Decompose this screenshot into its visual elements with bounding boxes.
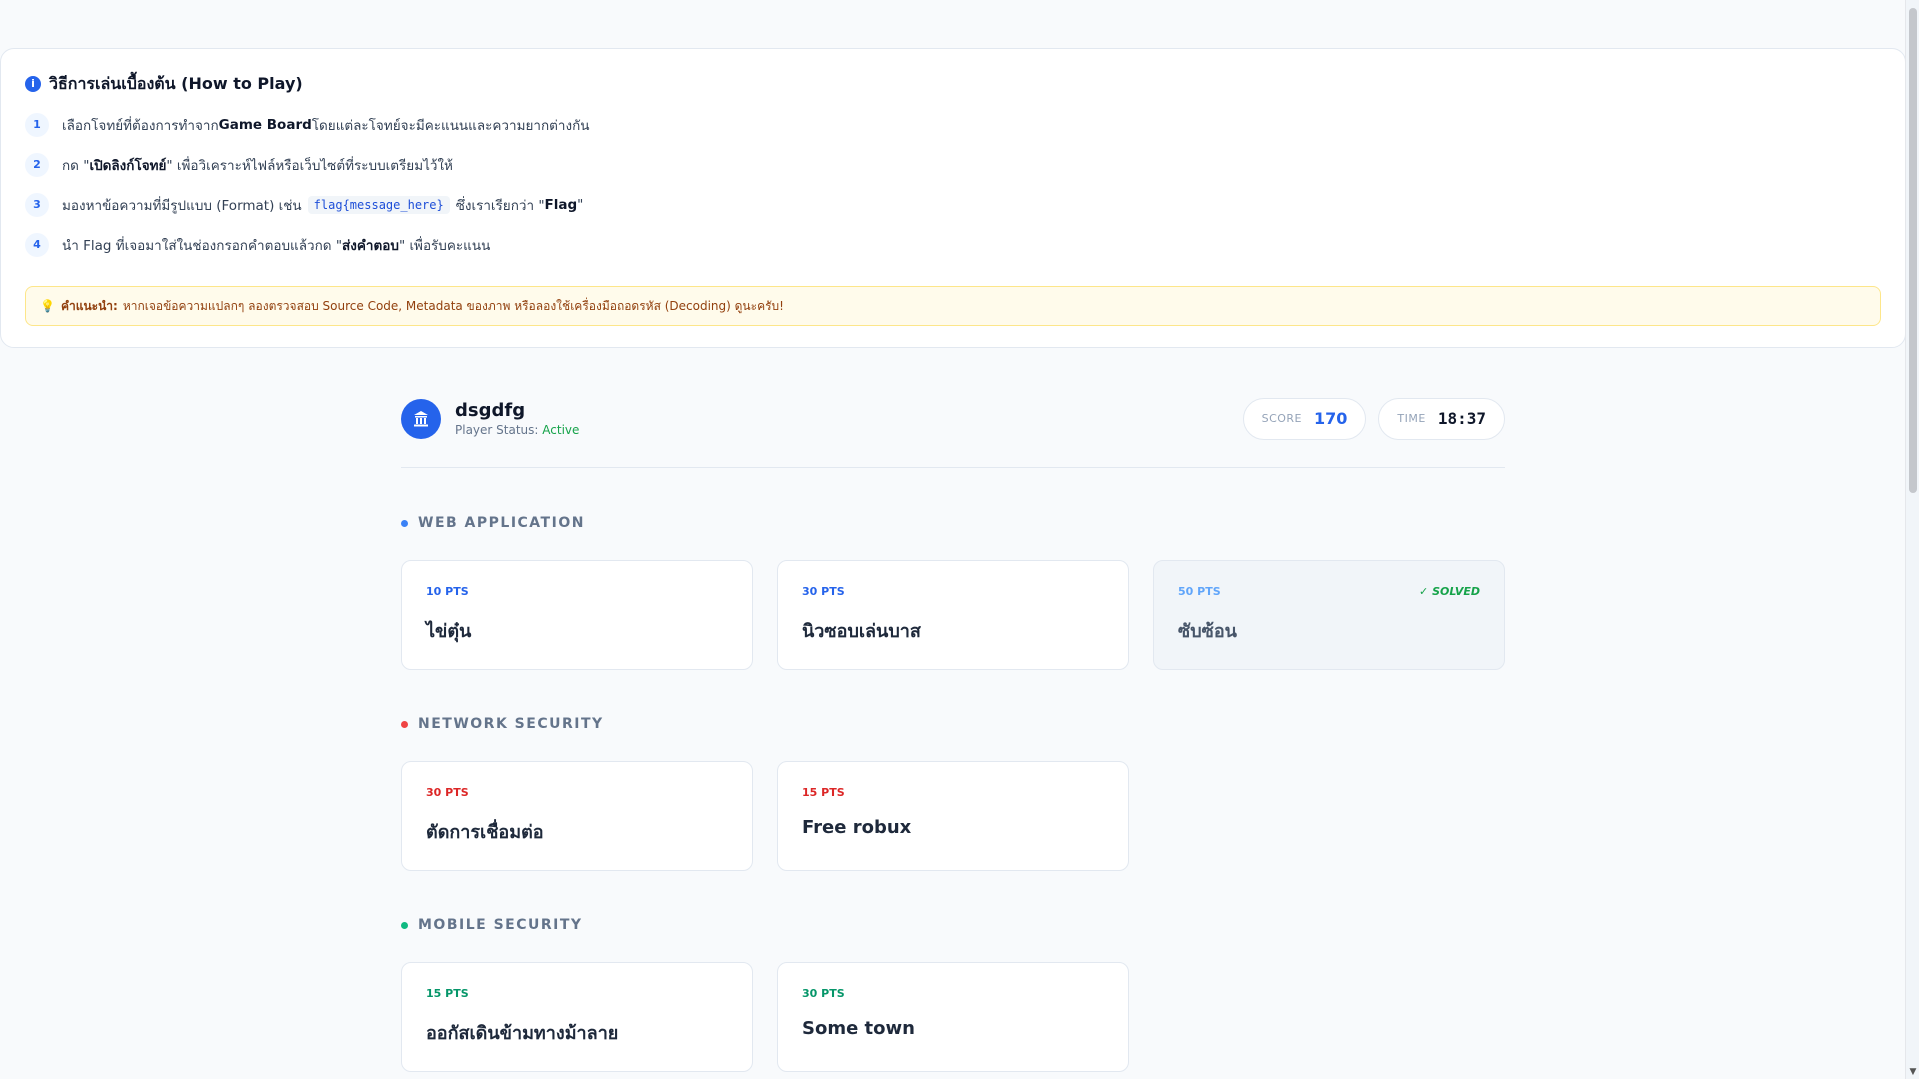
challenge-card[interactable]: 10 PTS ไข่ตุ๋น — [401, 560, 753, 670]
challenge-card[interactable]: 15 PTS Free robux — [777, 761, 1129, 871]
step-number: 2 — [25, 153, 49, 177]
player-text: dsgdfg Player Status: Active — [455, 400, 579, 437]
step-text-post: " เพื่อรับคะแนน — [398, 238, 491, 254]
time-value: 18:37 — [1437, 409, 1486, 428]
check-icon: ✓ — [1419, 585, 1429, 598]
challenge-title: ตัดการเชื่อมต่อ — [426, 822, 544, 843]
category-network-security: NETWORK SECURITY 30 PTS ตัดการเชื่อมต่อ … — [401, 712, 1505, 871]
how-to-play-title-row: i วิธีการเล่นเบื้องต้น (How to Play) — [25, 74, 1881, 94]
time-label: TIME — [1397, 412, 1426, 425]
category-name: NETWORK SECURITY — [418, 716, 604, 732]
challenge-title: ออกัสเดินข้ามทางม้าลาย — [426, 1023, 619, 1044]
game-board: dsgdfg Player Status: Active SCORE 170 T… — [401, 388, 1505, 1072]
player-status-label: Player Status: — [455, 423, 539, 437]
challenge-points: 30 PTS — [802, 585, 845, 598]
category-dot — [401, 720, 408, 728]
challenge-cards: 10 PTS ไข่ตุ๋น 30 PTS นิวซอบเล่นบาส 50 P… — [401, 560, 1505, 670]
challenge-title: Some town — [802, 1018, 915, 1039]
challenge-card[interactable]: 15 PTS ออกัสเดินข้ามทางม้าลาย — [401, 962, 753, 1072]
player-stats: SCORE 170 TIME 18:37 — [1242, 397, 1505, 440]
step-text-post: " เพื่อวิเคราะห์ไฟล์หรือเว็บไซต์ที่ระบบเ… — [166, 158, 453, 174]
step-text-pre: กด " — [62, 158, 90, 174]
category-name: MOBILE SECURITY — [418, 917, 583, 933]
step-number: 1 — [25, 113, 49, 137]
challenge-title: Free robux — [802, 817, 912, 838]
flag-format-code: flag{message_here} — [307, 196, 450, 214]
player-status-value: Active — [542, 423, 580, 437]
step-text-bold: Flag — [544, 197, 578, 213]
challenge-title: นิวซอบเล่นบาส — [802, 621, 921, 642]
category-name: WEB APPLICATION — [418, 515, 585, 531]
player-name: dsgdfg — [455, 400, 526, 421]
step-text-bold: เปิดลิงก์โจทย์ — [89, 158, 167, 174]
challenge-cards: 30 PTS ตัดการเชื่อมต่อ 15 PTS Free robux — [401, 761, 1505, 871]
step-text-post: โดยแต่ละโจทย์จะมีคะแนนและความยากต่างกัน — [311, 118, 590, 134]
lightbulb-icon: 💡 — [40, 299, 55, 313]
player-header: dsgdfg Player Status: Active SCORE 170 T… — [401, 388, 1505, 468]
step-item: 4 นำ Flag ที่เจอมาใส่ในช่องกรอกคำตอบแล้ว… — [25, 225, 1881, 265]
viewport: i วิธีการเล่นเบื้องต้น (How to Play) 1 เ… — [0, 0, 1919, 1079]
player-status: Player Status: Active — [455, 423, 579, 437]
score-pill: SCORE 170 — [1242, 397, 1367, 440]
category-mobile-security: MOBILE SECURITY 15 PTS ออกัสเดินข้ามทางม… — [401, 913, 1505, 1072]
tip-box: 💡 คำแนะนำ: หากเจอข้อความแปลกๆ ลองตรวจสอบ… — [25, 286, 1881, 326]
step-text-pre: เลือกโจทย์ที่ต้องการทำจาก — [62, 118, 219, 134]
challenge-card[interactable]: 30 PTS Some town — [777, 962, 1129, 1072]
step-text-pre: นำ Flag ที่เจอมาใส่ในช่องกรอกคำตอบแล้วกด… — [62, 238, 343, 254]
challenge-points: 10 PTS — [426, 585, 469, 598]
challenge-cards: 15 PTS ออกัสเดินข้ามทางม้าลาย 30 PTS Som… — [401, 962, 1505, 1072]
step-item: 2 กด " เปิดลิงก์โจทย์ " เพื่อวิเคราะห์ไฟล์… — [25, 145, 1881, 185]
challenge-card[interactable]: 30 PTS นิวซอบเล่นบาส — [777, 560, 1129, 670]
temple-icon — [401, 398, 441, 439]
challenge-card[interactable]: 30 PTS ตัดการเชื่อมต่อ — [401, 761, 753, 871]
step-text-pre: มองหาข้อความที่มีรูปแบบ (Format) เช่น — [62, 198, 302, 214]
challenge-title: ซับซ้อน — [1178, 621, 1237, 642]
player-info: dsgdfg Player Status: Active — [401, 398, 579, 439]
challenge-points: 15 PTS — [802, 786, 845, 799]
tip-label: คำแนะนำ: — [60, 298, 118, 313]
solved-badge: ✓ SOLVED — [1419, 585, 1480, 598]
scrollbar-thumb[interactable] — [1909, 8, 1917, 493]
step-text-mid: ซึ่งเราเรียกว่า " — [455, 198, 545, 214]
step-text-bold: Game Board — [218, 117, 312, 133]
challenge-card-solved[interactable]: 50 PTS ✓ SOLVED ซับซ้อน — [1153, 560, 1505, 670]
step-text-bold: ส่งคำตอบ — [342, 238, 399, 254]
how-to-play-panel: i วิธีการเล่นเบื้องต้น (How to Play) 1 เ… — [0, 48, 1906, 348]
scroll-down-arrow-icon[interactable]: ▼ — [1908, 1067, 1918, 1077]
step-number: 3 — [25, 193, 49, 217]
score-value: 170 — [1314, 409, 1348, 428]
category-header: WEB APPLICATION — [401, 511, 1505, 535]
challenge-points: 30 PTS — [426, 786, 469, 799]
steps-list: 1 เลือกโจทย์ที่ต้องการทำจาก Game Board โ… — [25, 105, 1881, 265]
step-item: 1 เลือกโจทย์ที่ต้องการทำจาก Game Board โ… — [25, 105, 1881, 145]
step-number: 4 — [25, 233, 49, 257]
category-header: NETWORK SECURITY — [401, 712, 1505, 736]
challenge-title: ไข่ตุ๋น — [426, 621, 472, 642]
step-item: 3 มองหาข้อความที่มีรูปแบบ (Format) เช่น f… — [25, 185, 1881, 225]
solved-label: SOLVED — [1432, 585, 1480, 598]
info-icon: i — [25, 76, 41, 92]
how-to-play-title: วิธีการเล่นเบื้องต้น (How to Play) — [49, 73, 303, 93]
time-pill: TIME 18:37 — [1378, 397, 1505, 440]
page-scrollbar[interactable]: ▼ — [1905, 0, 1919, 1079]
temple-icon-svg — [414, 410, 428, 426]
category-header: MOBILE SECURITY — [401, 913, 1505, 937]
category-web-application: WEB APPLICATION 10 PTS ไข่ตุ๋น 30 PTS นิ… — [401, 511, 1505, 670]
tip-text: หากเจอข้อความแปลกๆ ลองตรวจสอบ Source Cod… — [122, 298, 784, 313]
step-text-post: " — [577, 197, 584, 213]
challenge-points: 30 PTS — [802, 987, 845, 1000]
category-dot — [401, 921, 408, 929]
category-dot — [401, 519, 408, 527]
score-label: SCORE — [1261, 412, 1303, 425]
challenge-points: 15 PTS — [426, 987, 469, 1000]
